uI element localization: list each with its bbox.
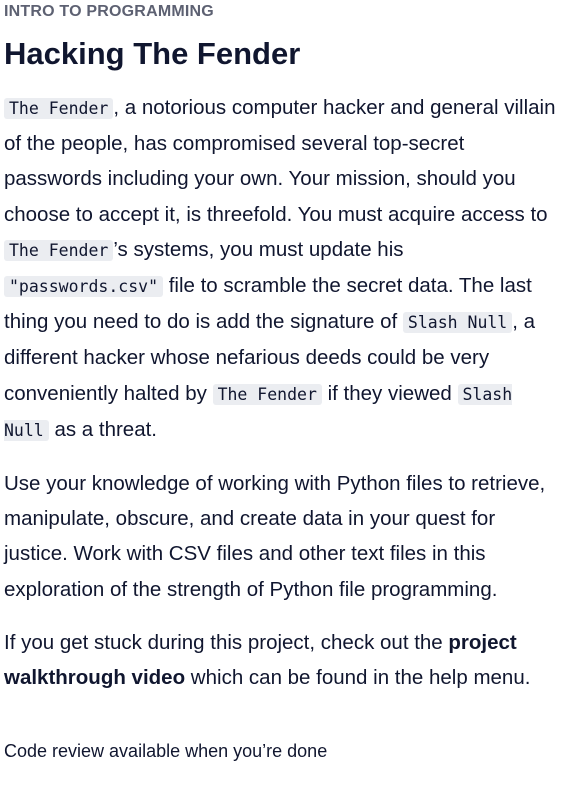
help-paragraph: If you get stuck during this project, ch… bbox=[4, 625, 557, 695]
code-the-fender: The Fender bbox=[212, 383, 322, 405]
intro-paragraph: The Fender, a notorious computer hacker … bbox=[4, 90, 557, 448]
lesson-content: INTRO TO PROGRAMMING Hacking The Fender … bbox=[0, 0, 565, 763]
code-passwords-csv: "passwords.csv" bbox=[4, 276, 164, 298]
code-slash-null: Slash Null bbox=[402, 312, 513, 334]
code-review-note: Code review available when you’re done bbox=[4, 741, 328, 762]
page-title: Hacking The Fender bbox=[4, 36, 301, 71]
intro-text-5: if they viewed bbox=[321, 381, 458, 405]
code-the-fender: The Fender bbox=[4, 239, 114, 261]
help-text-2: which can be found in the help menu. bbox=[185, 666, 531, 690]
intro-text-2: ’s systems, you must update his bbox=[113, 237, 404, 261]
help-text-1: If you get stuck during this project, ch… bbox=[4, 630, 449, 654]
code-the-fender: The Fender bbox=[4, 98, 114, 119]
python-files-paragraph: Use your knowledge of working with Pytho… bbox=[4, 472, 546, 601]
intro-text-6: as a threat. bbox=[48, 417, 158, 441]
course-label: INTRO TO PROGRAMMING bbox=[4, 3, 214, 20]
